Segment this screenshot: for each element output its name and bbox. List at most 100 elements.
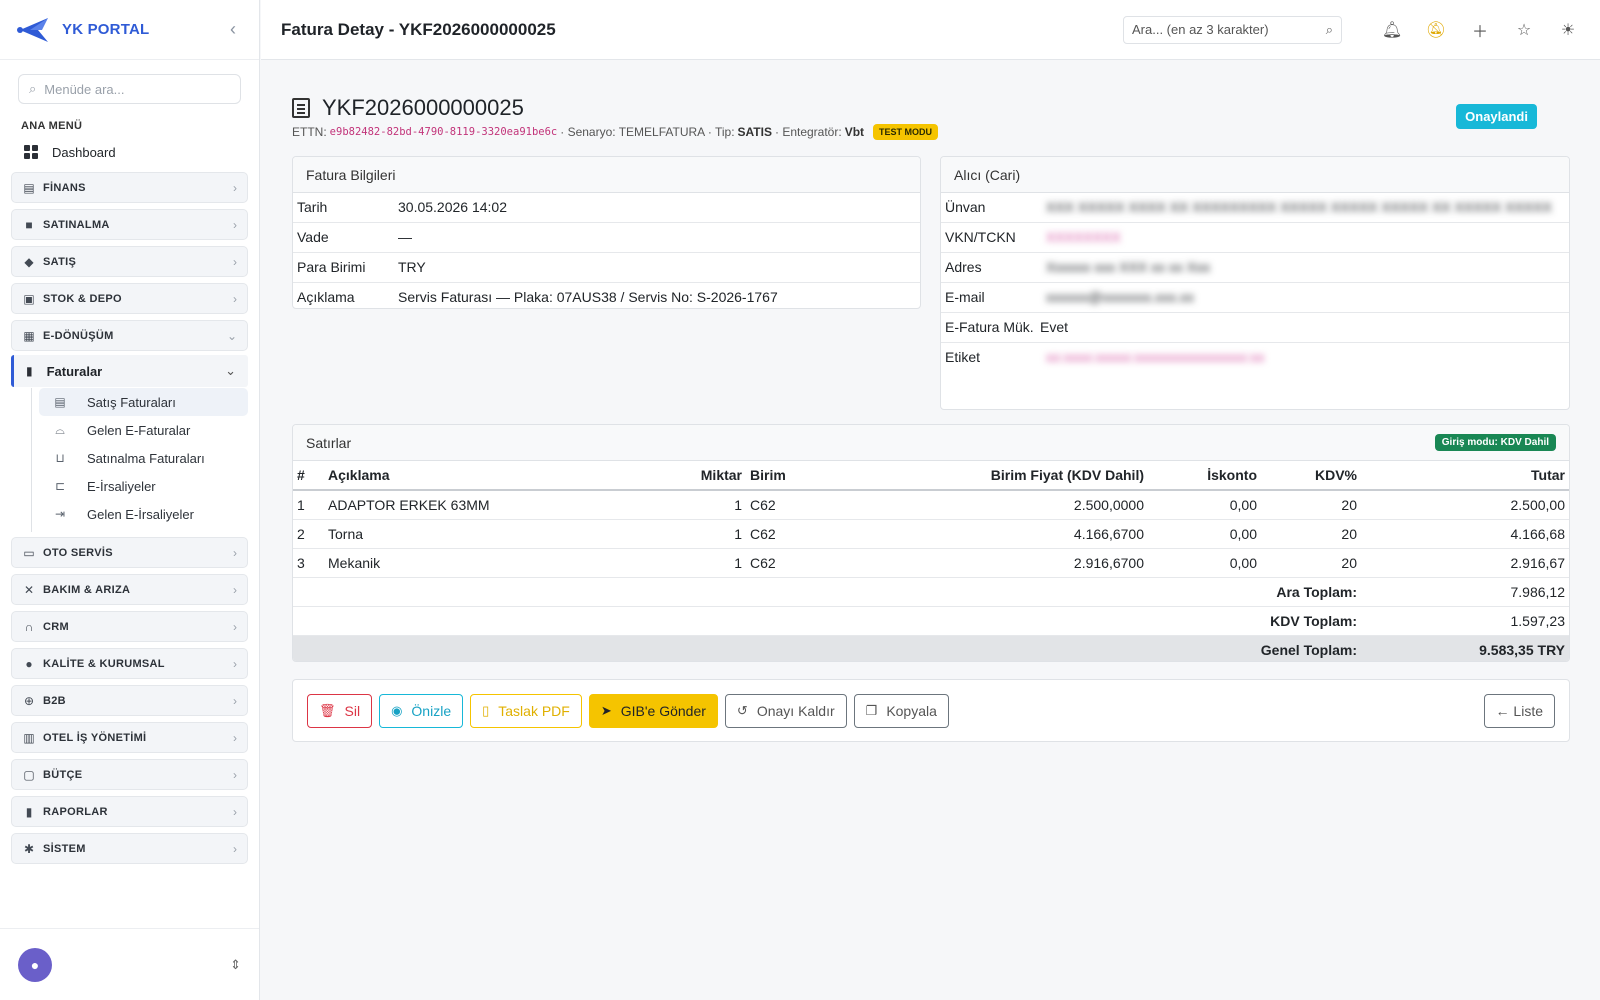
document-icon: ▦	[23, 328, 35, 343]
info-row: Tarih 30.05.2026 14:02	[293, 193, 920, 223]
sidebar-group-label: RAPORLAR	[43, 805, 108, 818]
star-icon[interactable]: ☆	[1512, 18, 1536, 42]
sidebar-group-satinalma[interactable]: ■ SATINALMA ›	[11, 209, 248, 240]
bell-off-icon[interactable]: 🔕︎	[1424, 18, 1448, 42]
chevron-right-icon: ›	[233, 545, 237, 560]
taslak-pdf-button[interactable]: ▯ Taslak PDF	[470, 693, 582, 728]
sidebar-group-satis[interactable]: ◆ SATIŞ ›	[11, 246, 248, 277]
info-row: Vade —	[293, 223, 920, 253]
globe-icon: ⊕	[23, 693, 35, 708]
table-row: 3 Mekanik 1 C62 2.916,6700 0,00 20 2.916…	[293, 548, 1569, 578]
box-icon: ▣	[23, 291, 35, 306]
sil-button[interactable]: 🗑︎ Sil	[307, 693, 373, 728]
sidebar-group-otel-is-yonetimi[interactable]: ▥ OTEL İŞ YÖNETİMİ ›	[11, 722, 248, 753]
sidebar-group-kalite-kurumsal[interactable]: ● KALİTE & KURUMSAL ›	[11, 648, 248, 679]
sidebar-group-b2b[interactable]: ⊕ B2B ›	[11, 685, 248, 716]
gib-gonder-button[interactable]: ➤ GIB'e Gönder	[588, 693, 718, 728]
inbox-icon: ⌓	[55, 422, 65, 437]
unvan-value: XXX XXXXX XXXX XX XXXXXXXXX XXXXX XXXXX …	[1046, 199, 1552, 215]
search-icon: ⌕	[29, 81, 37, 96]
sidebar-item-label: E-İrsaliyeler	[87, 478, 156, 494]
genel-toplam-value: 9.583,35 TRY	[1361, 635, 1569, 661]
alici-card: Alıcı (Cari) Ünvan XXX XXXXX XXXX XX XXX…	[940, 156, 1570, 410]
onizle-button[interactable]: ◉ Önizle	[379, 693, 464, 728]
sidebar-group-label: SATINALMA	[43, 218, 110, 231]
sidebar-item-e-irsaliyeler[interactable]: ⊏ E-İrsaliyeler	[39, 472, 248, 500]
chevron-right-icon: ›	[233, 730, 237, 745]
sidebar-group-label: B2B	[43, 694, 66, 707]
cell-miktar: 1	[642, 548, 746, 578]
adres-value: Xxxxxx xxx XXX xx xx Xxx	[1046, 259, 1211, 275]
sidebar-item-satinalma-faturalari[interactable]: ⊔ Satınalma Faturaları	[39, 444, 248, 472]
cell-kdv: 20	[1261, 519, 1361, 549]
brand: YK PORTAL ‹	[0, 0, 259, 60]
sidebar-item-satis-faturalari[interactable]: ▤ Satış Faturaları	[39, 388, 248, 416]
chevron-up-down-icon[interactable]: ⇕	[230, 957, 241, 973]
sidebar-group-label: FİNANS	[43, 181, 86, 194]
sidebar-item-label: Satış Faturaları	[87, 394, 176, 410]
sidebar-group-label: BÜTÇE	[43, 768, 83, 781]
sidebar-group-sistem[interactable]: ✱ SİSTEM ›	[11, 833, 248, 864]
bell-icon[interactable]: 🔔︎	[1380, 18, 1404, 42]
sidebar-group-stok-depo[interactable]: ▣ STOK & DEPO ›	[11, 283, 248, 314]
sidebar-group-label: E-DÖNÜŞÜM	[43, 329, 114, 342]
search-icon[interactable]: ⌕	[1326, 22, 1333, 38]
info-key: Ünvan	[945, 199, 986, 215]
chevron-right-icon: ›	[233, 180, 237, 195]
chevron-right-icon: ›	[233, 693, 237, 708]
cell-birim: C62	[746, 519, 966, 549]
submenu-guide-line	[31, 388, 32, 532]
col-aciklama: Açıklama	[324, 461, 642, 491]
sidebar-group-bakim-ariza[interactable]: ✕ BAKIM & ARIZA ›	[11, 574, 248, 605]
senaryo-text: · Senaryo: TEMELFATURA · Tip:	[560, 125, 735, 139]
kdv-toplam-label: KDV Toplam:	[293, 606, 1361, 636]
cell-tutar: 2.500,00	[1361, 490, 1569, 520]
chevron-right-icon: ›	[233, 804, 237, 819]
sidebar-group-butce[interactable]: ▢ BÜTÇE ›	[11, 759, 248, 790]
etiket-value: xx:xxxx:xxxxx:xxxxxxxxxxxxxxxx:xx	[1046, 349, 1265, 365]
lines-table: # Açıklama Miktar Birim Birim Fiyat (KDV…	[293, 461, 1569, 661]
sidebar-item-gelen-e-faturalar[interactable]: ⌓ Gelen E-Faturalar	[39, 416, 248, 444]
copy-icon: ❐	[865, 702, 878, 718]
sidebar-collapse-icon[interactable]: ‹	[223, 19, 243, 40]
cell-no: 3	[293, 548, 324, 578]
menu-search-input[interactable]	[44, 81, 225, 97]
onayi-kaldir-button[interactable]: ↺ Onayı Kaldır	[724, 693, 847, 728]
global-search: ⌕	[1123, 15, 1342, 44]
sidebar-group-oto-servis[interactable]: ▭ OTO SERVİS ›	[11, 537, 248, 568]
brand-logo-icon	[17, 17, 48, 42]
sidebar-group-finans[interactable]: ▤ FİNANS ›	[11, 172, 248, 203]
send-icon: ➤	[600, 702, 612, 718]
sun-icon[interactable]: ☀	[1556, 18, 1580, 42]
undo-icon: ↺	[736, 702, 748, 718]
wallet-icon: ▢	[23, 767, 35, 782]
cell-fiyat: 2.916,6700	[966, 548, 1148, 578]
sidebar-group-label: CRM	[43, 620, 69, 633]
topbar: Fatura Detay - YKF2026000000025 ⌕ 🔔︎ 🔕︎ …	[261, 0, 1600, 60]
avatar[interactable]: ●	[18, 947, 52, 982]
plus-icon[interactable]: ＋	[1468, 18, 1492, 42]
invoice-header: YKF2026000000025	[292, 95, 524, 121]
cell-kdv: 20	[1261, 548, 1361, 578]
sidebar-item-gelen-e-irsaliyeler[interactable]: ⇥ Gelen E-İrsaliyeler	[39, 500, 248, 528]
sidebar-item-dashboard[interactable]: Dashboard	[24, 142, 259, 162]
info-row: E-mail xxxxxx@xxxxxxx.xxx.xx	[941, 283, 1569, 313]
button-label: Taslak PDF	[498, 702, 570, 719]
kopyala-button[interactable]: ❐ Kopyala	[853, 693, 949, 728]
info-key: Para Birimi	[297, 259, 366, 275]
cell-birim: C62	[746, 548, 966, 578]
global-search-input[interactable]	[1132, 22, 1326, 37]
receipt-icon	[292, 98, 310, 118]
bank-icon: ▤	[23, 180, 35, 195]
efatura-value: Evet	[1040, 319, 1069, 335]
info-value: 30.05.2026 14:02	[398, 199, 507, 215]
sidebar-group-crm[interactable]: ∩ CRM ›	[11, 611, 248, 642]
liste-button[interactable]: ← Liste	[1483, 693, 1555, 728]
sidebar-group-e-donusum[interactable]: ▦ E-DÖNÜŞÜM ⌄	[11, 320, 248, 351]
bag-icon: ■	[25, 217, 33, 232]
sidebar-item-faturalar[interactable]: ▮ Faturalar ⌄	[11, 355, 248, 387]
table-row: 1 ADAPTOR ERKEK 63MM 1 C62 2.500,0000 0,…	[293, 490, 1569, 520]
satirlar-card: Satırlar Giriş modu: KDV Dahil # Açıklam…	[292, 424, 1570, 662]
sidebar-group-raporlar[interactable]: ▮ RAPORLAR ›	[11, 796, 248, 827]
col-birim: Birim	[746, 461, 966, 491]
